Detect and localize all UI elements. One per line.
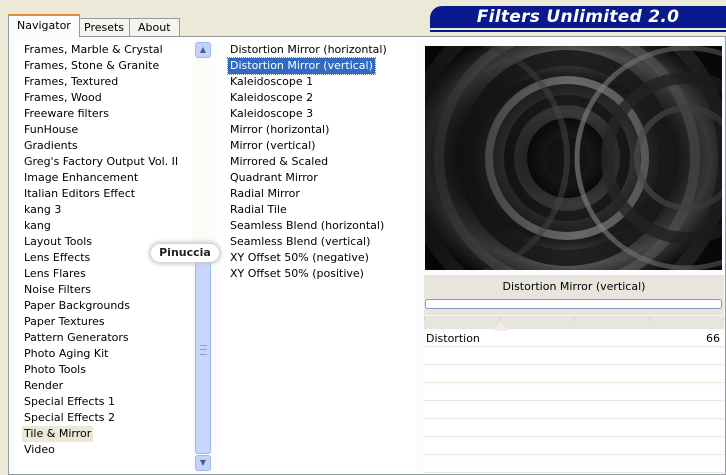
category-item[interactable]: Tile & Mirror [22, 426, 94, 442]
param-row-empty [424, 457, 724, 473]
filter-item[interactable]: Distortion Mirror (horizontal) [228, 42, 389, 58]
filter-item[interactable]: Kaleidoscope 2 [228, 90, 315, 106]
category-item[interactable]: Frames, Wood [22, 90, 104, 106]
param-row-empty [424, 349, 724, 365]
filter-item[interactable]: Distortion Mirror (vertical) [227, 57, 376, 75]
filter-item[interactable]: XY Offset 50% (positive) [228, 266, 366, 282]
progress-bar [425, 299, 722, 309]
category-item[interactable]: Paper Textures [22, 314, 107, 330]
chevron-down-icon[interactable]: ▼ [195, 455, 211, 471]
tab-navigator[interactable]: Navigator [8, 14, 80, 37]
category-item[interactable]: Frames, Textured [22, 74, 120, 90]
tick-mark [649, 317, 650, 321]
filter-item[interactable]: Seamless Blend (vertical) [228, 234, 372, 250]
category-item[interactable]: Frames, Stone & Granite [22, 58, 161, 74]
tick-mark [499, 317, 500, 321]
filter-item[interactable]: Quadrant Mirror [228, 170, 320, 186]
tab-presets[interactable]: Presets [75, 18, 134, 36]
category-item[interactable]: Photo Tools [22, 362, 88, 378]
slider-thumb[interactable] [493, 322, 509, 331]
filter-item[interactable]: Mirror (vertical) [228, 138, 318, 154]
tick-mark [424, 317, 425, 321]
category-item[interactable]: Noise Filters [22, 282, 93, 298]
filter-item[interactable]: Kaleidoscope 1 [228, 74, 315, 90]
category-item[interactable]: Layout Tools [22, 234, 94, 250]
filter-name-area: Distortion Mirror (vertical) [424, 275, 724, 329]
tick-mark [723, 317, 724, 321]
category-item[interactable]: Greg's Factory Output Vol. II [22, 154, 180, 170]
category-item[interactable]: Video [22, 442, 57, 458]
chevron-up-icon[interactable]: ▲ [195, 42, 211, 58]
grip-icon [200, 345, 207, 355]
app-banner: Filters Unlimited 2.0 [430, 6, 726, 32]
selected-filter-name: Distortion Mirror (vertical) [502, 280, 646, 293]
param-row-distortion[interactable]: Distortion 66 [424, 322, 724, 347]
category-item[interactable]: Image Enhancement [22, 170, 140, 186]
slider-ticks [424, 315, 724, 330]
filter-item[interactable]: Radial Tile [228, 202, 289, 218]
category-item[interactable]: Special Effects 1 [22, 394, 117, 410]
category-item[interactable]: Render [22, 378, 65, 394]
param-label: Distortion [426, 332, 480, 345]
tick-mark [574, 317, 575, 321]
filter-item[interactable]: Radial Mirror [228, 186, 302, 202]
category-item[interactable]: Photo Aging Kit [22, 346, 110, 362]
param-row-empty [424, 367, 724, 383]
filter-list[interactable]: Distortion Mirror (horizontal) Distortion… [217, 41, 417, 472]
filter-item[interactable]: Mirror (horizontal) [228, 122, 331, 138]
param-row-empty [424, 385, 724, 401]
category-item[interactable]: Gradients [22, 138, 80, 154]
filter-item[interactable]: Seamless Blend (horizontal) [228, 218, 386, 234]
category-item[interactable]: Frames, Marble & Crystal [22, 42, 165, 58]
tab-about[interactable]: About [129, 18, 180, 36]
category-item[interactable]: Lens Flares [22, 266, 88, 282]
filter-preview-image [425, 46, 722, 270]
watermark-label: Pinuccia [151, 244, 219, 262]
category-item[interactable]: Freeware filters [22, 106, 111, 122]
param-row-empty [424, 439, 724, 455]
scrollbar-thumb[interactable] [195, 246, 211, 454]
category-item[interactable]: FunHouse [22, 122, 80, 138]
category-item[interactable]: Lens Effects [22, 250, 92, 266]
category-item[interactable]: kang [22, 218, 53, 234]
param-value: 66 [706, 332, 720, 345]
category-item[interactable]: Italian Editors Effect [22, 186, 137, 202]
filter-item[interactable]: Kaleidoscope 3 [228, 106, 315, 122]
filter-item[interactable]: Mirrored & Scaled [228, 154, 330, 170]
category-item[interactable]: kang 3 [22, 202, 63, 218]
param-row-empty [424, 421, 724, 437]
filter-item[interactable]: XY Offset 50% (negative) [228, 250, 371, 266]
category-item[interactable]: Special Effects 2 [22, 410, 117, 426]
category-item[interactable]: Pattern Generators [22, 330, 131, 346]
param-row-empty [424, 403, 724, 419]
category-item[interactable]: Paper Backgrounds [22, 298, 132, 314]
